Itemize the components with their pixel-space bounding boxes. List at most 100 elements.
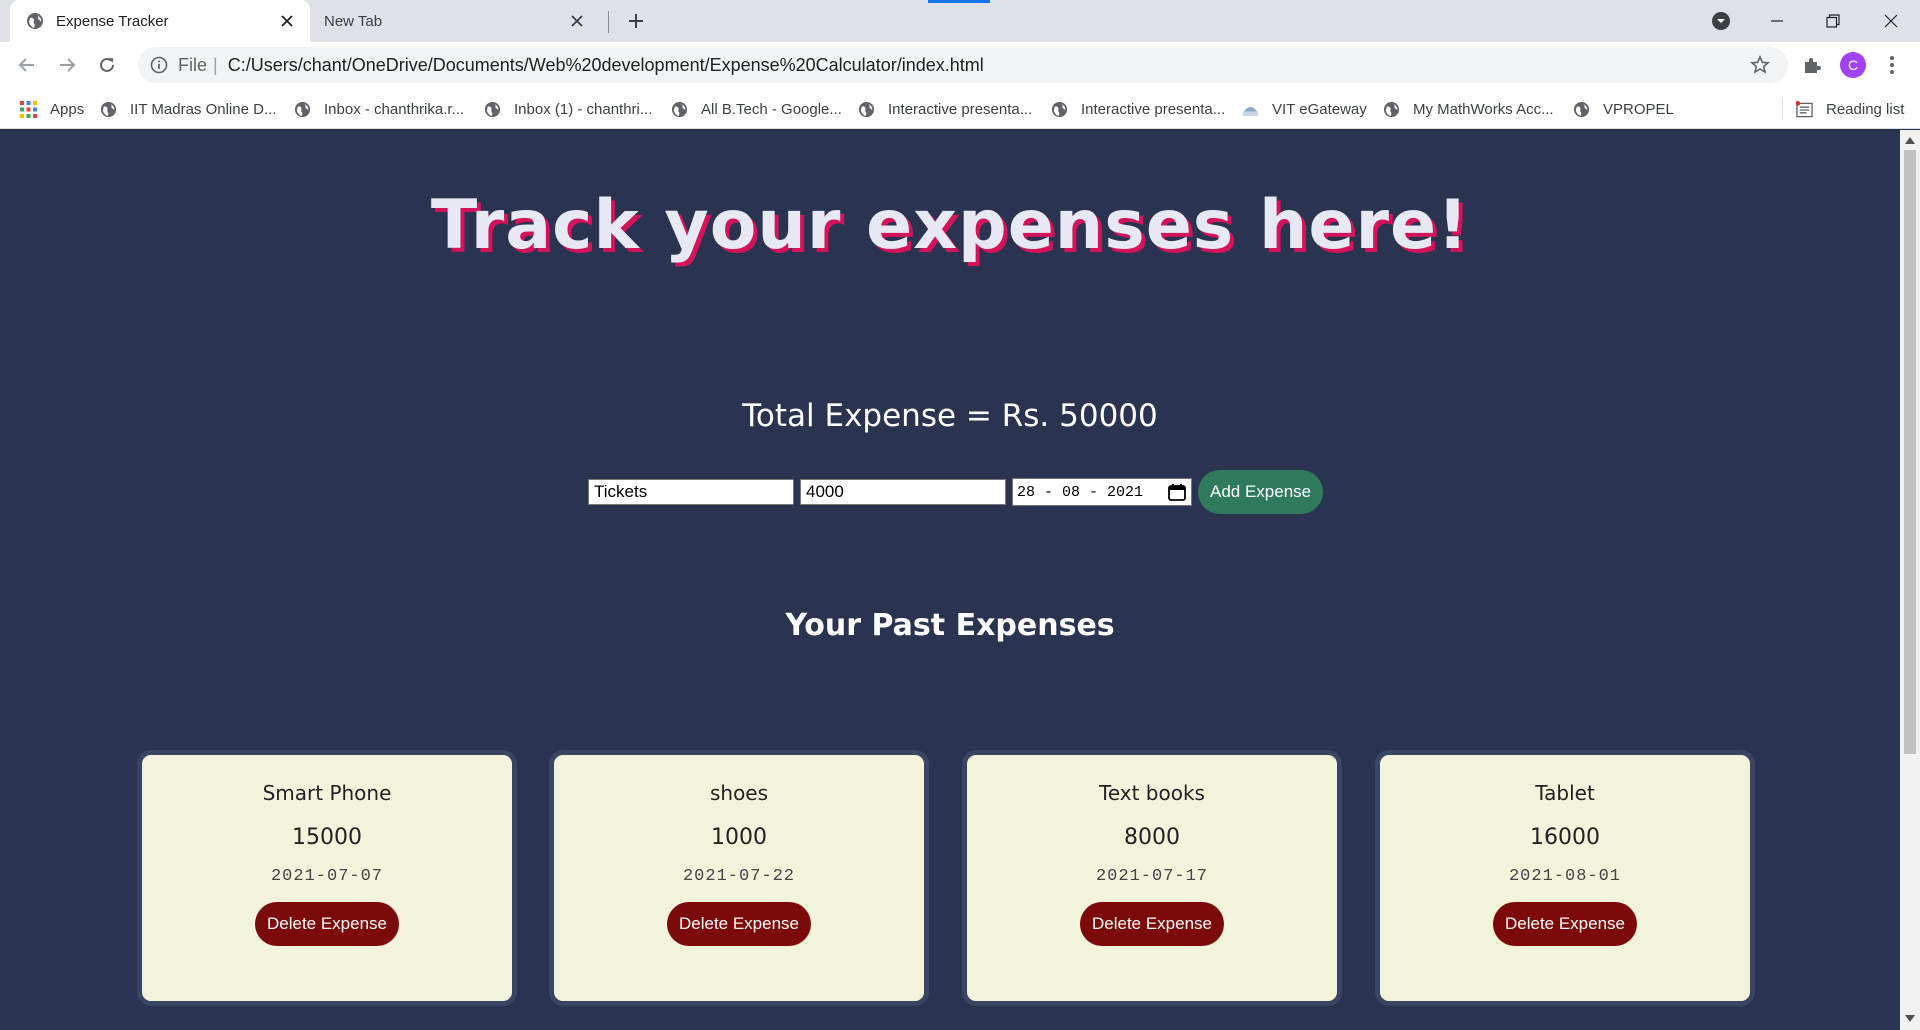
date-value: 28 - 08 - 2021	[1017, 483, 1144, 501]
expense-card: Tablet 16000 2021-08-01 Delete Expense	[1375, 750, 1755, 1006]
expense-amount: 15000	[292, 825, 362, 850]
vertical-scrollbar[interactable]	[1900, 130, 1920, 1030]
tab-title: Expense Tracker	[56, 12, 169, 30]
globe-icon	[1383, 101, 1400, 118]
kebab-menu-icon	[1890, 56, 1894, 74]
expense-amount-input[interactable]	[800, 479, 1006, 505]
expense-card: Smart Phone 15000 2021-07-07 Delete Expe…	[137, 750, 517, 1006]
info-icon[interactable]	[150, 56, 168, 74]
close-icon[interactable]	[274, 8, 300, 34]
globe-icon	[484, 101, 501, 118]
tab-separator	[608, 11, 609, 33]
globe-icon	[294, 101, 311, 118]
past-expenses-heading: Your Past Expenses	[785, 608, 1115, 643]
bookmark-item[interactable]: Inbox (1) - chanthri...	[484, 97, 652, 121]
reading-list-label: Reading list	[1826, 100, 1905, 118]
tab-title: New Tab	[324, 12, 383, 30]
minimize-button[interactable]	[1752, 4, 1802, 38]
expense-amount: 16000	[1530, 825, 1600, 850]
tab-strip: Expense Tracker New Tab	[0, 0, 1920, 42]
expense-card: Text books 8000 2021-07-17 Delete Expens…	[962, 750, 1342, 1006]
bookmark-label: Apps	[50, 100, 85, 118]
extensions-button[interactable]	[1798, 51, 1826, 79]
profile-avatar[interactable]: C	[1840, 52, 1866, 78]
tab-search-button[interactable]	[1696, 4, 1746, 38]
close-icon	[1884, 14, 1898, 28]
expense-name: Tablet	[1535, 781, 1595, 805]
delete-expense-button[interactable]: Delete Expense	[666, 902, 812, 946]
new-tab-button[interactable]	[622, 7, 650, 35]
address-bar[interactable]: File | C:/Users/chant/OneDrive/Documents…	[138, 47, 1788, 83]
bookmark-apps[interactable]: Apps	[20, 97, 84, 121]
globe-icon	[26, 12, 44, 30]
delete-expense-button[interactable]: Delete Expense	[1079, 902, 1225, 946]
bookmark-label: VIT eGateway	[1272, 100, 1367, 118]
scroll-up-icon[interactable]	[1905, 135, 1915, 145]
forward-arrow-icon	[60, 58, 76, 72]
bookmark-item[interactable]: My MathWorks Acc...	[1383, 97, 1554, 121]
expense-name: shoes	[709, 781, 769, 805]
globe-icon	[671, 101, 688, 118]
globe-icon	[1573, 101, 1590, 118]
apps-grid-icon	[20, 100, 37, 118]
bookmark-item[interactable]: VIT eGateway	[1242, 97, 1367, 121]
back-button[interactable]	[12, 50, 42, 80]
reading-list-icon	[1796, 100, 1813, 118]
expense-amount: 1000	[711, 825, 767, 850]
expense-date: 2021-08-01	[1508, 867, 1622, 886]
bookmark-label: All B.Tech - Google...	[701, 100, 842, 118]
bookmark-label: VPROPEL	[1603, 100, 1674, 118]
total-expense: Total Expense = Rs. 50000	[742, 398, 1158, 434]
bookmark-item[interactable]: Inbox - chanthrika.r...	[294, 97, 464, 121]
reload-button[interactable]	[92, 50, 122, 80]
browser-menu-button[interactable]	[1880, 51, 1904, 79]
bookmark-item[interactable]: All B.Tech - Google...	[671, 97, 842, 121]
globe-icon	[858, 101, 875, 118]
url-text: C:/Users/chant/OneDrive/Documents/Web%20…	[227, 54, 984, 75]
delete-expense-button[interactable]: Delete Expense	[1492, 902, 1638, 946]
expense-name: Text books	[1099, 781, 1205, 805]
delete-expense-button[interactable]: Delete Expense	[254, 902, 400, 946]
expense-name: Smart Phone	[262, 781, 392, 805]
expense-date-input[interactable]: 28 - 08 - 2021	[1012, 478, 1192, 506]
url-separator: |	[213, 54, 218, 75]
reload-icon	[100, 57, 114, 72]
url-scheme: File	[178, 54, 208, 75]
scroll-down-icon[interactable]	[1905, 1014, 1915, 1024]
scrollbar-thumb[interactable]	[1904, 150, 1916, 754]
bookmark-label: Inbox (1) - chanthri...	[514, 100, 653, 118]
globe-icon	[100, 101, 117, 118]
bookmarks-separator	[1782, 98, 1783, 120]
restore-icon	[1826, 14, 1840, 28]
bookmark-star-button[interactable]	[1746, 51, 1774, 79]
bookmark-label: My MathWorks Acc...	[1413, 100, 1554, 118]
bookmarks-bar: Apps IIT Madras Online D... Inbox - chan…	[0, 88, 1920, 129]
bookmark-label: Interactive presenta...	[1081, 100, 1226, 118]
close-icon[interactable]	[564, 8, 590, 34]
bookmark-item[interactable]: VPROPEL	[1573, 97, 1674, 121]
expense-amount: 8000	[1124, 825, 1180, 850]
add-expense-button[interactable]: Add Expense	[1198, 470, 1324, 514]
tab-indicator	[928, 0, 990, 3]
back-arrow-icon	[18, 58, 34, 72]
calendar-icon[interactable]	[1167, 482, 1187, 502]
bookmark-item[interactable]: IIT Madras Online D...	[100, 97, 276, 121]
expense-card: shoes 1000 2021-07-22 Delete Expense	[549, 750, 929, 1006]
browser-toolbar: File | C:/Users/chant/OneDrive/Documents…	[0, 42, 1920, 88]
tab-new-tab[interactable]: New Tab	[310, 0, 600, 42]
bookmark-label: IIT Madras Online D...	[130, 100, 277, 118]
reading-list-button[interactable]: Reading list	[1796, 97, 1904, 121]
minimize-icon	[1771, 20, 1783, 22]
puzzle-icon	[1805, 58, 1821, 73]
bookmark-label: Interactive presenta...	[888, 100, 1033, 118]
bookmark-item[interactable]: Interactive presenta...	[858, 97, 1032, 121]
forward-button[interactable]	[52, 50, 82, 80]
bookmark-label: Inbox - chanthrika.r...	[324, 100, 465, 118]
page-title: Track your expenses here!	[430, 186, 1470, 265]
star-icon	[1750, 55, 1770, 74]
expense-name-input[interactable]	[588, 479, 794, 505]
tab-expense-tracker[interactable]: Expense Tracker	[10, 0, 310, 42]
close-window-button[interactable]	[1866, 4, 1916, 38]
bookmark-item[interactable]: Interactive presenta...	[1051, 97, 1225, 121]
restore-button[interactable]	[1808, 4, 1858, 38]
